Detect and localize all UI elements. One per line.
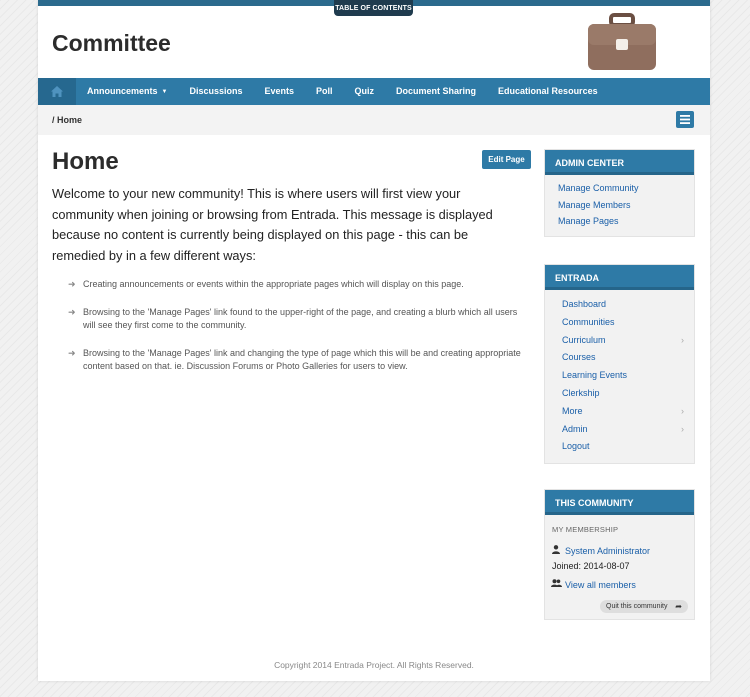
nav-item-educational-resources[interactable]: Educational Resources xyxy=(487,78,609,105)
manage-pages-link[interactable]: Manage Pages xyxy=(558,216,694,233)
my-membership-label: MY MEMBERSHIP xyxy=(552,525,619,534)
sidebar-toggle-button[interactable] xyxy=(676,111,694,128)
list-item-text: Browsing to the 'Manage Pages' link and … xyxy=(83,347,521,372)
link-label: Learning Events xyxy=(562,370,628,381)
learning-events-link[interactable]: Learning Events xyxy=(562,370,694,388)
arrow-right-icon: ➜ xyxy=(68,347,76,358)
breadcrumb-separator: / xyxy=(52,115,55,125)
chevron-right-icon: › xyxy=(681,405,684,416)
list-item: ➜ Creating announcements or events within… xyxy=(68,278,528,292)
arrow-right-icon: ➜ xyxy=(68,279,76,289)
caret-down-icon: ▼ xyxy=(161,88,168,95)
share-arrow-icon: ➦ xyxy=(675,602,682,611)
clerkship-link[interactable]: Clerkship xyxy=(562,388,694,406)
dashboard-link[interactable]: Dashboard xyxy=(562,299,694,317)
entrada-widget: ENTRADA Dashboard Communities Curriculum… xyxy=(544,264,695,464)
main-navigation: Announcements ▼ Discussions Events Poll Q… xyxy=(38,78,710,105)
link-label: More xyxy=(562,405,583,416)
admin-center-title: ADMIN CENTER xyxy=(545,150,694,175)
breadcrumb-current: Home xyxy=(57,115,83,125)
manage-members-link[interactable]: Manage Members xyxy=(558,200,694,217)
table-of-contents-tab[interactable]: TABLE OF CONTENTS xyxy=(334,0,413,16)
list-item-text: Creating announcements or events within … xyxy=(83,279,464,289)
link-label: Admin xyxy=(562,423,588,434)
page-heading: Home xyxy=(52,148,119,175)
curriculum-link[interactable]: Curriculum › xyxy=(562,335,694,353)
intro-paragraph: Welcome to your new community! This is w… xyxy=(52,186,493,263)
more-link[interactable]: More › xyxy=(562,406,694,424)
admin-center-widget: ADMIN CENTER Manage Community Manage Mem… xyxy=(544,149,695,237)
link-label: Clerkship xyxy=(562,387,600,398)
footer-copyright: Copyright 2014 Entrada Project. All Righ… xyxy=(274,660,474,670)
manage-community-link[interactable]: Manage Community xyxy=(558,183,694,200)
home-icon xyxy=(51,86,63,97)
logout-link[interactable]: Logout xyxy=(562,441,694,459)
breadcrumb: / Home xyxy=(52,115,82,125)
communities-link[interactable]: Communities xyxy=(562,317,694,335)
nav-item-quiz[interactable]: Quiz xyxy=(344,78,386,105)
hamburger-menu-icon xyxy=(680,115,690,124)
link-label: Curriculum xyxy=(562,334,606,345)
quit-community-label: Quit this community xyxy=(606,603,668,610)
joined-date: Joined: 2014-08-07 xyxy=(552,561,630,571)
nav-item-poll[interactable]: Poll xyxy=(305,78,344,105)
list-item-text: Browsing to the 'Manage Pages' link foun… xyxy=(83,306,518,331)
chevron-right-icon: › xyxy=(681,423,684,434)
page-container: TABLE OF CONTENTS Committee Announcement… xyxy=(38,0,710,681)
instructions-list: ➜ Creating announcements or events within… xyxy=(68,278,528,388)
this-community-widget: THIS COMMUNITY MY MEMBERSHIP System Admi… xyxy=(544,489,695,620)
link-label: Communities xyxy=(562,316,615,327)
nav-home-button[interactable] xyxy=(38,78,76,105)
link-label: Logout xyxy=(562,441,590,452)
entrada-title: ENTRADA xyxy=(545,265,694,290)
community-title: Committee xyxy=(52,30,171,56)
nav-item-events[interactable]: Events xyxy=(254,78,306,105)
user-icon xyxy=(552,545,560,554)
view-all-members-link[interactable]: View all members xyxy=(565,580,636,590)
member-name-link[interactable]: System Administrator xyxy=(565,546,650,556)
entrada-links: Dashboard Communities Curriculum › Course… xyxy=(545,290,694,459)
nav-item-label: Announcements xyxy=(87,85,158,96)
nav-item-discussions[interactable]: Discussions xyxy=(178,78,253,105)
briefcase-icon xyxy=(588,13,656,70)
list-item: ➜ Browsing to the 'Manage Pages' link and… xyxy=(68,347,528,374)
chevron-right-icon: › xyxy=(681,334,684,345)
arrow-right-icon: ➜ xyxy=(68,306,76,317)
edit-page-button[interactable]: Edit Page xyxy=(482,150,531,169)
admin-center-links: Manage Community Manage Members Manage P… xyxy=(545,175,694,233)
link-label: Courses xyxy=(562,352,596,363)
admin-link[interactable]: Admin › xyxy=(562,424,694,442)
quit-community-button[interactable]: Quit this community ➦ xyxy=(600,600,688,613)
link-label: Dashboard xyxy=(562,299,607,309)
users-icon xyxy=(551,579,562,587)
nav-item-document-sharing[interactable]: Document Sharing xyxy=(385,78,487,105)
nav-item-announcements[interactable]: Announcements ▼ xyxy=(76,78,178,106)
list-item: ➜ Browsing to the 'Manage Pages' link fou… xyxy=(68,306,528,333)
breadcrumb-bar: / Home xyxy=(38,105,710,135)
courses-link[interactable]: Courses xyxy=(562,352,694,370)
this-community-title: THIS COMMUNITY xyxy=(545,490,694,515)
